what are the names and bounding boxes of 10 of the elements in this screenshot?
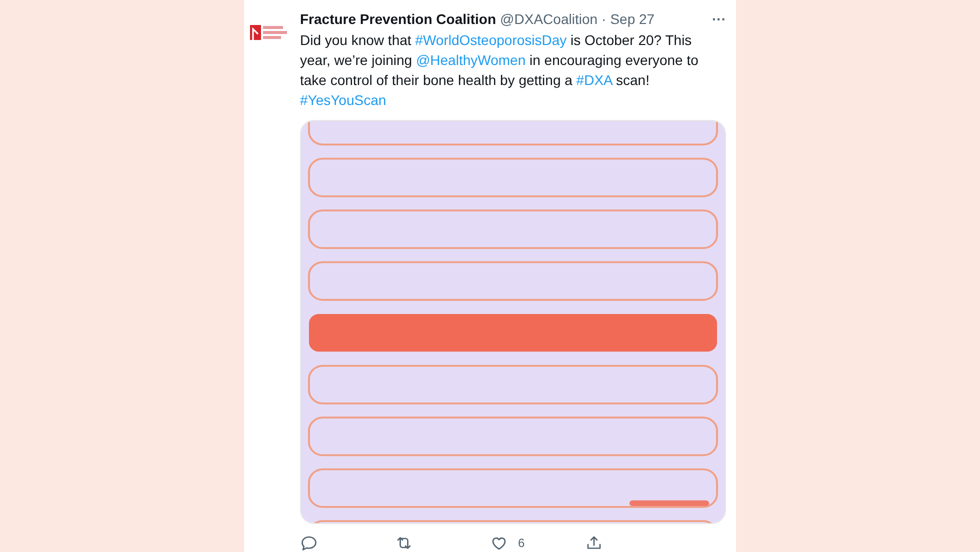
separator: · xyxy=(602,10,606,28)
tweet-text: Did you know that #WorldOsteoporosisDay is October 20? This year, we’re joining @HealthyWomen in encouraging everyone to take control of their bone health by getting a #DXA scan! #YesYouScan xyxy=(300,31,700,110)
tweet-date[interactable]: Sep 27 xyxy=(610,10,655,28)
retweet-icon[interactable] xyxy=(395,534,413,552)
like-count: 6 xyxy=(518,535,525,552)
more-button[interactable]: ··· xyxy=(712,12,726,26)
author-name[interactable]: Fracture Prevention Coalition xyxy=(300,10,496,28)
reply-icon[interactable] xyxy=(300,534,318,552)
share-icon[interactable] xyxy=(585,534,603,552)
author-handle[interactable]: @DXACoalition xyxy=(500,10,598,28)
